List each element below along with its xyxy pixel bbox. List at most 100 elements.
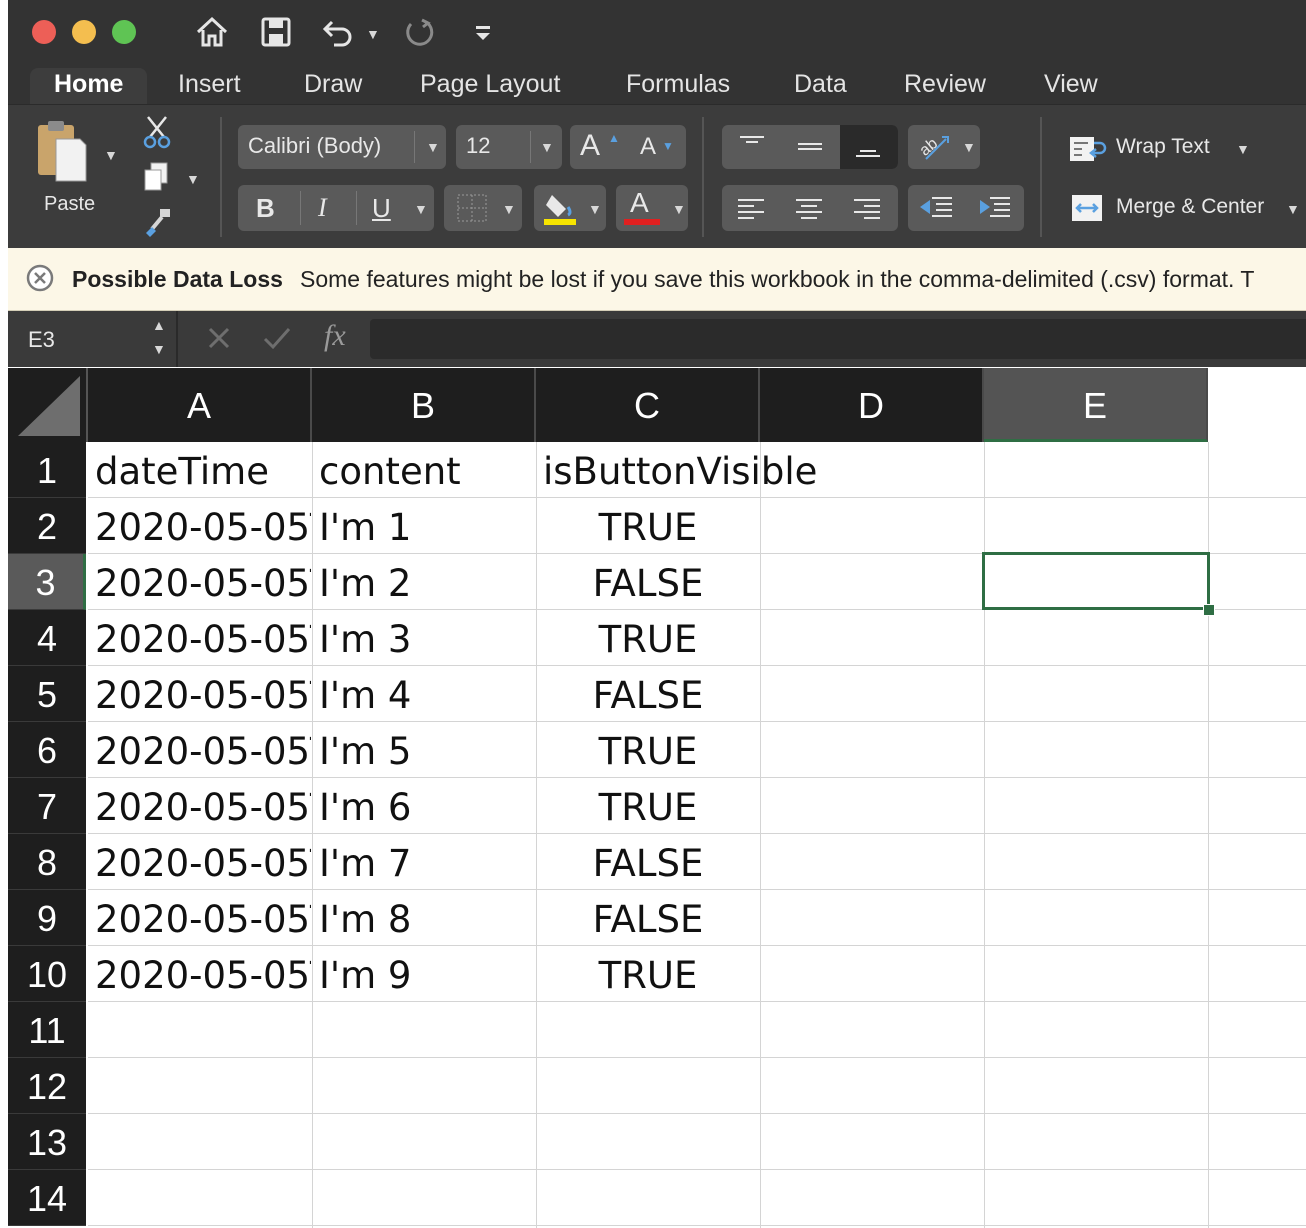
column-header-d[interactable]: D — [760, 368, 984, 442]
row-header-1[interactable]: 1 — [8, 442, 86, 498]
row-header-5[interactable]: 5 — [8, 666, 86, 722]
cell-c10[interactable]: TRUE — [536, 946, 760, 1002]
font-color-button[interactable]: A ▼ — [616, 185, 688, 231]
cell-c3[interactable]: FALSE — [536, 554, 760, 610]
tab-home[interactable]: Home — [30, 68, 148, 106]
bold-button[interactable]: B — [256, 193, 275, 224]
undo-dropdown-icon[interactable]: ▼ — [366, 26, 380, 42]
cell-a7[interactable]: 2020-05-05T — [95, 778, 311, 834]
cell-b9[interactable]: I'm 8 — [319, 890, 535, 946]
cell-c7[interactable]: TRUE — [536, 778, 760, 834]
row-header-13[interactable]: 13 — [8, 1114, 86, 1170]
align-left-icon[interactable] — [736, 197, 766, 221]
row-header-10[interactable]: 10 — [8, 946, 86, 1002]
cell-c2[interactable]: TRUE — [536, 498, 760, 554]
cell-b4[interactable]: I'm 3 — [319, 610, 535, 666]
tab-data[interactable]: Data — [794, 68, 847, 106]
tab-insert[interactable]: Insert — [178, 68, 241, 106]
underline-button[interactable]: U — [372, 193, 391, 224]
cell-b3[interactable]: I'm 2 — [319, 554, 535, 610]
fill-color-button[interactable]: ▼ — [534, 185, 606, 231]
chevron-down-icon[interactable]: ▼ — [152, 341, 166, 357]
home-icon[interactable] — [194, 14, 230, 50]
customize-toolbar-icon[interactable] — [470, 14, 506, 50]
tab-draw[interactable]: Draw — [304, 68, 362, 106]
cell-a5[interactable]: 2020-05-05T — [95, 666, 311, 722]
cell-b1[interactable]: content — [319, 442, 535, 498]
cell-c4[interactable]: TRUE — [536, 610, 760, 666]
cell-a9[interactable]: 2020-05-05T — [95, 890, 311, 946]
fill-handle[interactable] — [1203, 604, 1215, 616]
cell-b8[interactable]: I'm 7 — [319, 834, 535, 890]
function-icon[interactable]: fx — [324, 319, 346, 353]
font-size-dropdown[interactable]: 12 ▼ — [456, 125, 562, 169]
copy-icon[interactable] — [142, 161, 172, 193]
zoom-window-button[interactable] — [112, 20, 136, 44]
cell-a1[interactable]: dateTime — [95, 442, 311, 498]
cell-a8[interactable]: 2020-05-05T — [95, 834, 311, 890]
tab-page-layout[interactable]: Page Layout — [420, 68, 560, 106]
row-header-2[interactable]: 2 — [8, 498, 86, 554]
redo-icon[interactable] — [400, 14, 436, 50]
tab-formulas[interactable]: Formulas — [626, 68, 730, 106]
format-painter-icon[interactable] — [142, 205, 174, 237]
row-header-8[interactable]: 8 — [8, 834, 86, 890]
minimize-window-button[interactable] — [72, 20, 96, 44]
cut-icon[interactable] — [142, 115, 172, 149]
align-top-icon[interactable] — [738, 135, 766, 159]
cell-a6[interactable]: 2020-05-05T — [95, 722, 311, 778]
formula-input[interactable] — [370, 319, 1306, 359]
active-cell-selection[interactable] — [982, 552, 1210, 610]
copy-dropdown-icon[interactable]: ▼ — [186, 171, 200, 187]
paste-dropdown-icon[interactable]: ▼ — [104, 147, 118, 163]
align-right-icon[interactable] — [852, 197, 882, 221]
increase-font-button[interactable]: A — [580, 129, 600, 163]
wrap-text-button[interactable]: Wrap Text ▼ — [1068, 131, 1306, 167]
cell-c9[interactable]: FALSE — [536, 890, 760, 946]
row-header-7[interactable]: 7 — [8, 778, 86, 834]
select-all-button[interactable] — [8, 368, 88, 442]
row-header-14[interactable]: 14 — [8, 1170, 86, 1226]
borders-button[interactable]: ▼ — [444, 185, 522, 231]
cell-a3[interactable]: 2020-05-05T — [95, 554, 311, 610]
row-header-9[interactable]: 9 — [8, 890, 86, 946]
merge-center-button[interactable]: Merge & Center ▼ — [1068, 191, 1306, 227]
row-header-12[interactable]: 12 — [8, 1058, 86, 1114]
cell-b6[interactable]: I'm 5 — [319, 722, 535, 778]
name-box[interactable]: E3 ▲ ▼ — [8, 311, 176, 367]
close-window-button[interactable] — [32, 20, 56, 44]
cell-a4[interactable]: 2020-05-05T — [95, 610, 311, 666]
italic-button[interactable]: I — [318, 193, 327, 223]
cell-c5[interactable]: FALSE — [536, 666, 760, 722]
cell-a2[interactable]: 2020-05-05T — [95, 498, 311, 554]
cell-c6[interactable]: TRUE — [536, 722, 760, 778]
close-notification-icon[interactable] — [26, 264, 54, 292]
column-header-a[interactable]: A — [88, 368, 312, 442]
undo-icon[interactable] — [320, 14, 356, 50]
cell-b10[interactable]: I'm 9 — [319, 946, 535, 1002]
decrease-font-button[interactable]: A — [640, 133, 656, 161]
underline-dropdown-icon[interactable]: ▼ — [414, 201, 428, 217]
cell-b7[interactable]: I'm 6 — [319, 778, 535, 834]
font-name-dropdown[interactable]: Calibri (Body) ▼ — [238, 125, 446, 169]
tab-view[interactable]: View — [1044, 68, 1098, 106]
row-header-11[interactable]: 11 — [8, 1002, 86, 1058]
row-header-3[interactable]: 3 — [8, 554, 86, 610]
increase-indent-icon[interactable] — [976, 195, 1012, 221]
save-icon[interactable] — [258, 14, 294, 50]
align-middle-icon[interactable] — [796, 135, 824, 159]
enter-check-icon[interactable] — [262, 325, 292, 351]
orientation-button[interactable]: ab ▼ — [908, 125, 980, 169]
column-header-e[interactable]: E — [984, 368, 1208, 442]
column-header-b[interactable]: B — [312, 368, 536, 442]
column-header-c[interactable]: C — [536, 368, 760, 442]
tab-review[interactable]: Review — [904, 68, 986, 106]
cell-b2[interactable]: I'm 1 — [319, 498, 535, 554]
row-header-4[interactable]: 4 — [8, 610, 86, 666]
cell-b5[interactable]: I'm 4 — [319, 666, 535, 722]
paste-icon[interactable] — [34, 119, 90, 183]
chevron-up-icon[interactable]: ▲ — [152, 317, 166, 333]
cancel-icon[interactable] — [206, 325, 232, 351]
row-header-6[interactable]: 6 — [8, 722, 86, 778]
cell-c1[interactable]: isButtonVisible — [543, 442, 983, 498]
